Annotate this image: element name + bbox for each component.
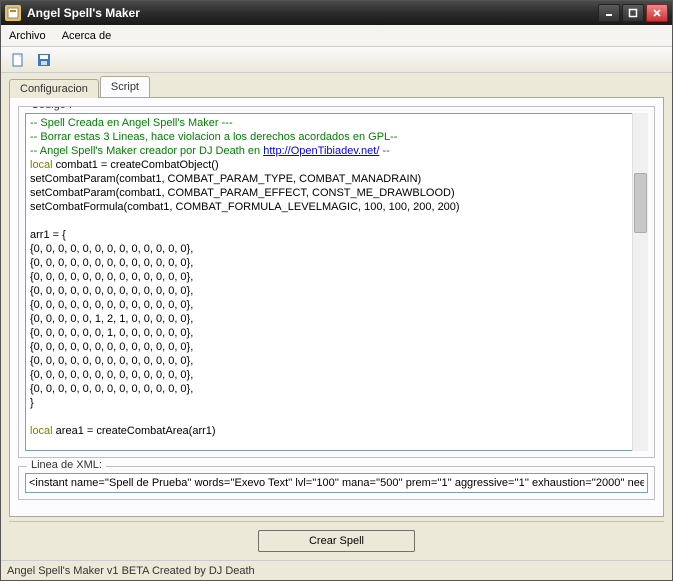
button-row: Crear Spell (9, 521, 664, 560)
xml-groupbox: Linea de XML: (18, 466, 655, 500)
scrollbar-thumb[interactable] (634, 173, 647, 233)
maximize-button[interactable] (622, 4, 644, 22)
code-scrollbar[interactable] (632, 113, 648, 451)
menubar: Archivo Acerca de (1, 25, 672, 47)
status-text: Angel Spell's Maker v1 BETA Created by D… (7, 565, 255, 577)
minimize-button[interactable] (598, 4, 620, 22)
tab-panel-script: Codigo : -- Spell Creada en Angel Spell'… (9, 97, 664, 517)
tab-script[interactable]: Script (100, 76, 150, 97)
app-icon (5, 5, 21, 21)
save-icon[interactable] (35, 51, 53, 69)
new-file-icon[interactable] (9, 51, 27, 69)
tab-configuracion[interactable]: Configuracion (9, 79, 99, 98)
xml-input[interactable] (25, 473, 648, 493)
close-button[interactable] (646, 4, 668, 22)
window-title: Angel Spell's Maker (27, 6, 598, 20)
titlebar[interactable]: Angel Spell's Maker (1, 1, 672, 25)
code-editor[interactable]: -- Spell Creada en Angel Spell's Maker -… (25, 113, 648, 451)
menu-about[interactable]: Acerca de (62, 30, 112, 42)
xml-label: Linea de XML: (27, 459, 106, 471)
codigo-groupbox: Codigo : -- Spell Creada en Angel Spell'… (18, 106, 655, 458)
toolbar (1, 47, 672, 73)
codigo-label: Codigo : (27, 106, 76, 111)
credit-link[interactable]: http://OpenTibiadev.net/ (263, 145, 379, 157)
tab-strip: Configuracion Script (1, 73, 672, 97)
create-spell-button[interactable]: Crear Spell (258, 530, 415, 552)
statusbar: Angel Spell's Maker v1 BETA Created by D… (1, 560, 672, 580)
app-window: Angel Spell's Maker Archivo Acerca de Co… (0, 0, 673, 581)
menu-file[interactable]: Archivo (9, 30, 46, 42)
